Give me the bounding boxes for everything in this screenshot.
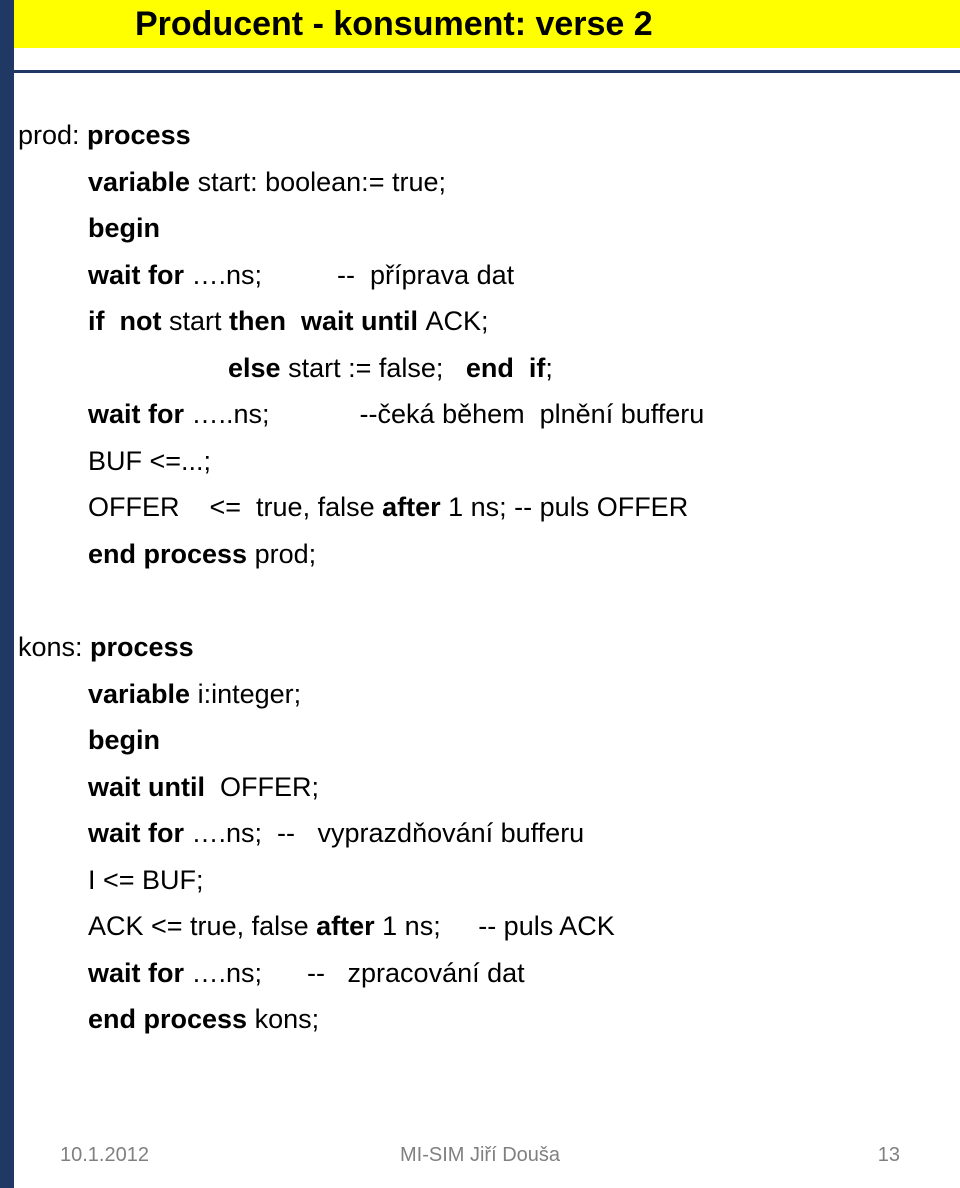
code-token: prod; bbox=[254, 538, 317, 569]
code-line: kons: process bbox=[0, 624, 960, 671]
code-token: after bbox=[382, 492, 449, 522]
code-token: i:integer; bbox=[197, 678, 302, 709]
code-line: if not start then wait until ACK; bbox=[0, 298, 960, 345]
code-token: I <= BUF; bbox=[88, 864, 204, 895]
code-token: wait for bbox=[88, 957, 192, 988]
code-token: ….ns; -- příprava dat bbox=[191, 259, 515, 290]
code-token: start bbox=[168, 306, 229, 336]
code-line: end process prod; bbox=[0, 531, 960, 578]
code-token: process bbox=[90, 632, 194, 662]
footer-page-number: 13 bbox=[877, 1144, 900, 1166]
code-token: process bbox=[87, 120, 191, 150]
code-token: variable bbox=[88, 678, 198, 709]
code-line: begin bbox=[0, 717, 960, 764]
code-token: end if bbox=[465, 352, 546, 383]
code-token: variable bbox=[88, 166, 198, 197]
code-token: …..ns; --čeká během plnění bufferu bbox=[191, 399, 705, 429]
code-line: OFFER <= true, false after 1 ns; -- puls… bbox=[0, 484, 960, 531]
code-token: 1 ns; -- puls OFFER bbox=[448, 492, 689, 522]
code-line: wait for …..ns; --čeká během plnění buff… bbox=[0, 391, 960, 438]
code-token: OFFER <= true, false bbox=[88, 492, 383, 522]
code-token: BUF <=...; bbox=[88, 445, 212, 476]
code-line: end process kons; bbox=[0, 996, 960, 1043]
code-token: start: boolean:= true; bbox=[197, 166, 446, 197]
code-token: after bbox=[316, 911, 383, 941]
code-token: wait for bbox=[88, 399, 192, 429]
code-block: prod: process variable start: boolean:= t… bbox=[0, 112, 960, 1043]
code-line: wait until OFFER; bbox=[0, 764, 960, 811]
code-token: prod: bbox=[18, 120, 88, 150]
code-token: wait until bbox=[88, 771, 213, 802]
code-token: ; bbox=[545, 352, 553, 383]
code-line: wait for ….ns; -- zpracování dat bbox=[0, 950, 960, 997]
code-line: variable start: boolean:= true; bbox=[0, 159, 960, 206]
code-token: then wait until bbox=[229, 306, 426, 336]
code-token: kons: bbox=[18, 632, 91, 662]
code-line: BUF <=...; bbox=[0, 438, 960, 485]
page-title: Producent - konsument: verse 2 bbox=[135, 4, 653, 43]
code-token: else bbox=[228, 352, 289, 383]
code-token: begin bbox=[88, 725, 160, 755]
code-token: kons; bbox=[254, 1004, 320, 1034]
code-token: ACK <= true, false bbox=[88, 911, 317, 941]
code-line: variable i:integer; bbox=[0, 671, 960, 718]
code-line: I <= BUF; bbox=[0, 857, 960, 904]
code-token: OFFER; bbox=[212, 771, 319, 802]
code-token: wait for bbox=[88, 259, 192, 290]
code-token: end process bbox=[88, 1004, 255, 1034]
code-token: 1 ns; -- puls ACK bbox=[382, 911, 615, 941]
title-divider bbox=[0, 70, 960, 73]
footer-author: MI-SIM Jiří Douša bbox=[399, 1144, 561, 1166]
code-line-spacer bbox=[0, 577, 960, 624]
code-line: begin bbox=[0, 205, 960, 252]
code-token: ….ns; -- zpracování dat bbox=[191, 957, 525, 988]
code-token: ACK; bbox=[425, 306, 489, 336]
code-line: else start := false; end if; bbox=[0, 345, 960, 392]
code-token: start := false; bbox=[288, 352, 466, 383]
code-token: if not bbox=[88, 306, 169, 336]
code-token: begin bbox=[88, 213, 160, 243]
code-line: prod: process bbox=[0, 112, 960, 159]
code-line: wait for ….ns; -- vyprazdňování bufferu bbox=[0, 810, 960, 857]
title-accent-block bbox=[0, 0, 14, 48]
code-token: end process bbox=[88, 538, 255, 569]
code-token: ….ns; -- vyprazdňování bufferu bbox=[191, 818, 585, 848]
code-line: ACK <= true, false after 1 ns; -- puls A… bbox=[0, 903, 960, 950]
slide-footer: 10.1.2012 MI-SIM Jiří Douša 13 bbox=[0, 1144, 960, 1174]
slide-title-banner: Producent - konsument: verse 2 bbox=[0, 0, 960, 48]
code-token: wait for bbox=[88, 818, 192, 848]
code-line: wait for ….ns; -- příprava dat bbox=[0, 252, 960, 299]
